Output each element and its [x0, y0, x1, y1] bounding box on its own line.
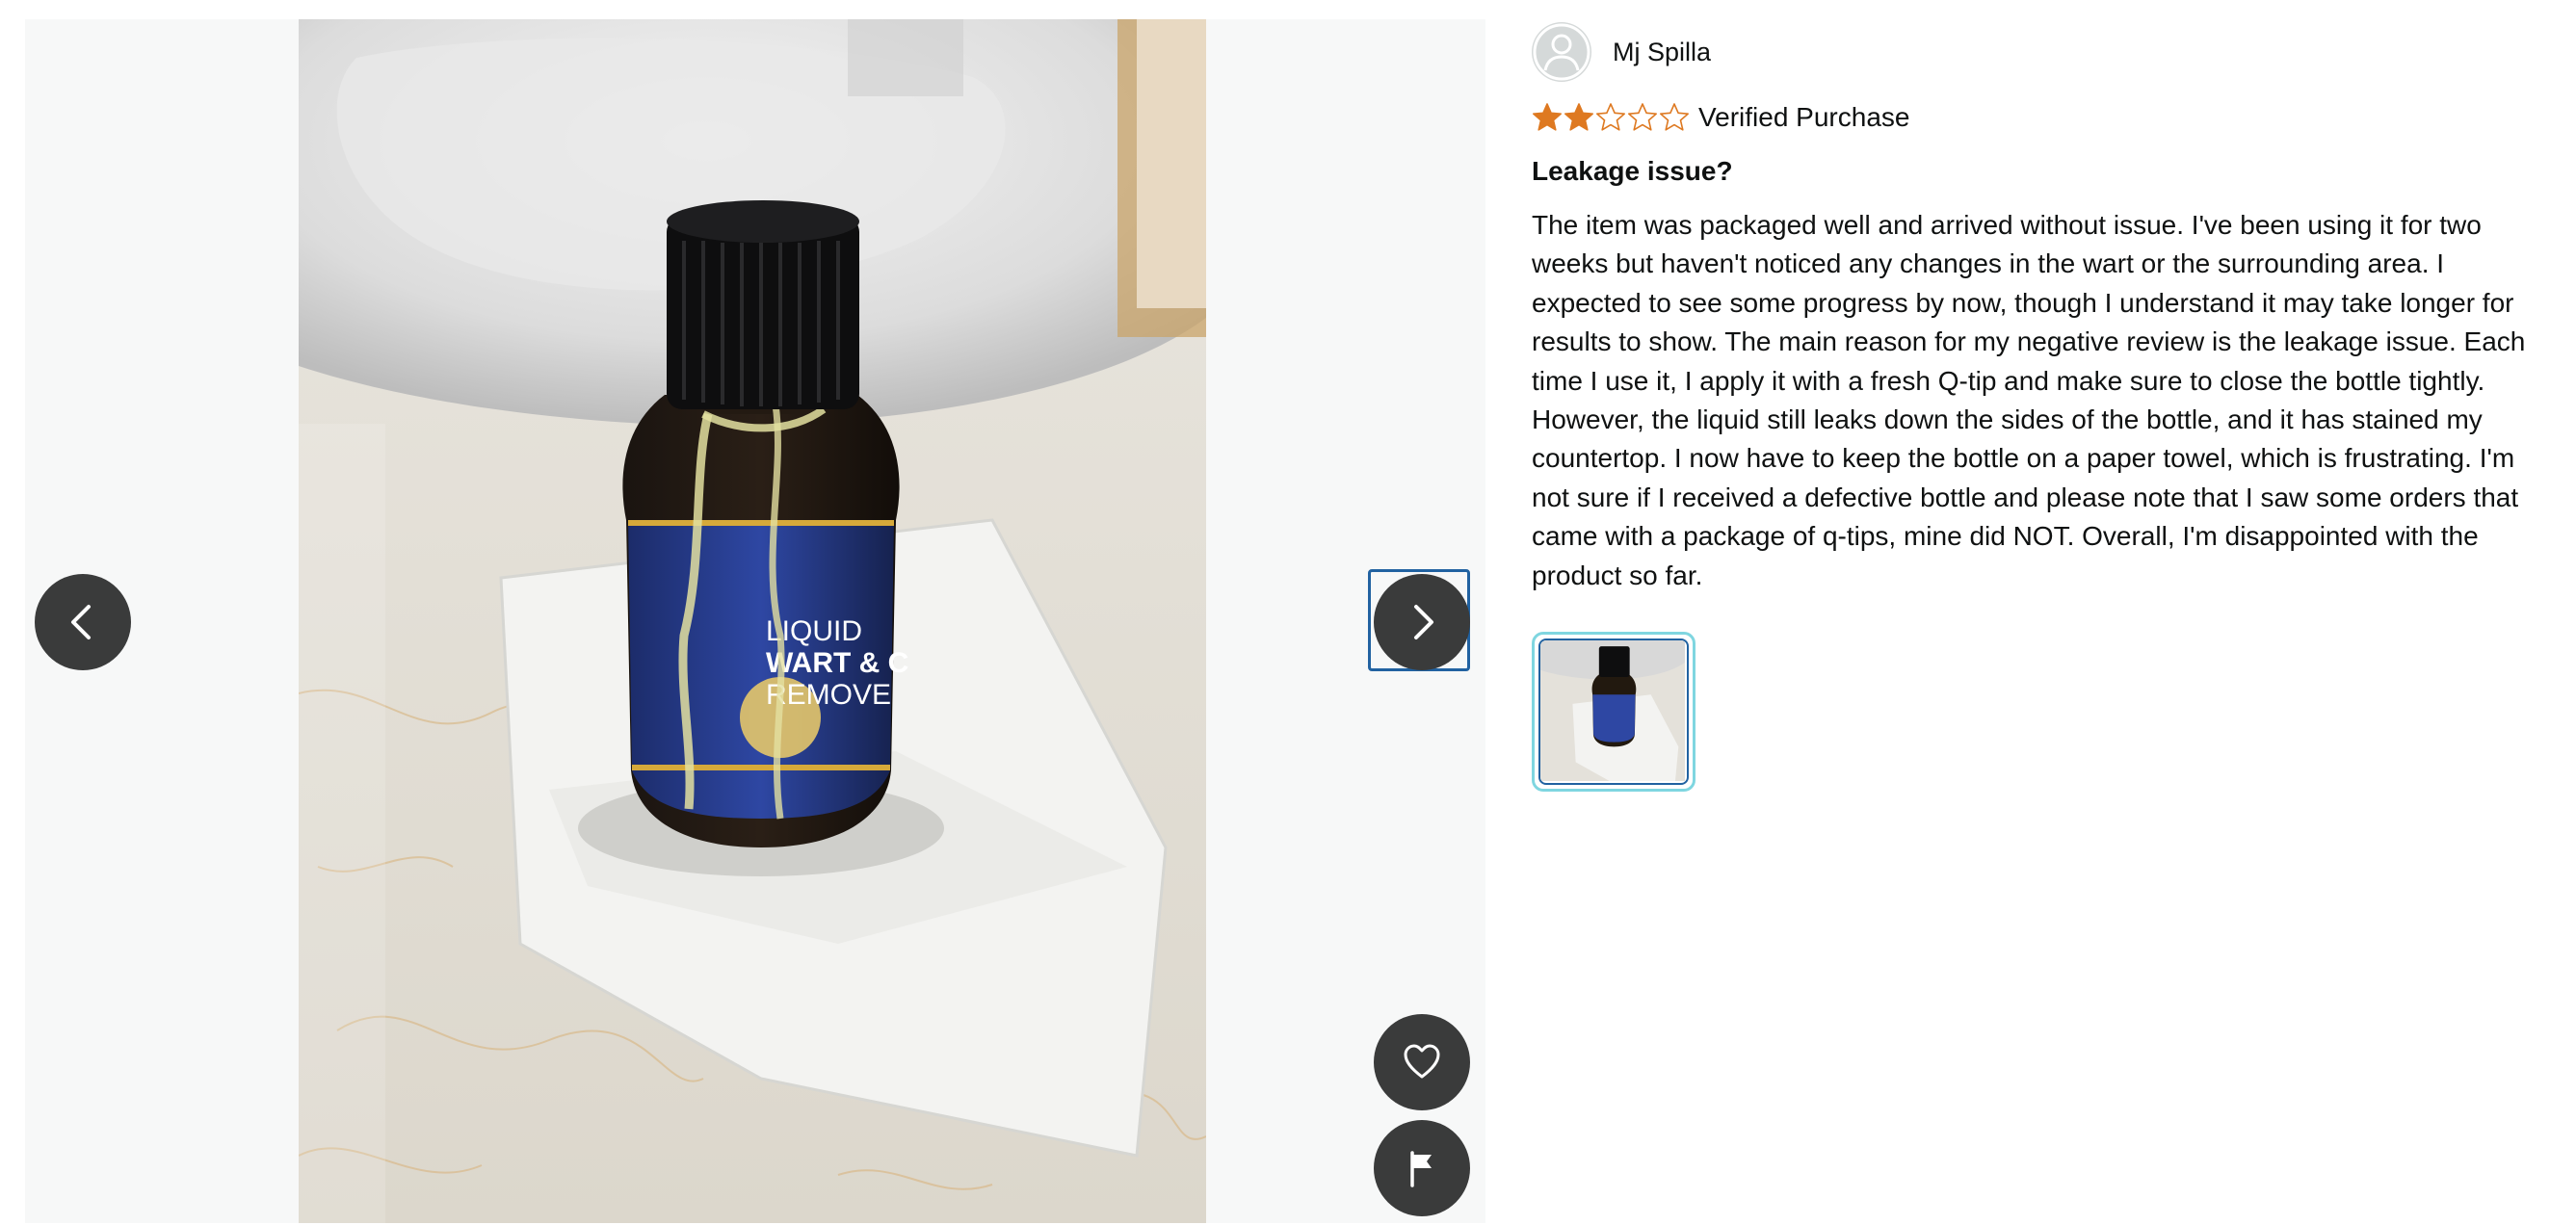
user-silhouette-icon: [1533, 23, 1590, 81]
next-image-button[interactable]: [1374, 574, 1470, 670]
chevron-right-icon: [1414, 605, 1433, 639]
review-body: The item was packaged well and arrived w…: [1532, 210, 2526, 590]
star-empty-icon: [1627, 103, 1658, 131]
like-button[interactable]: [1374, 1014, 1470, 1110]
star-filled-icon: [1564, 103, 1594, 131]
review-image-viewer: LIQUID WART & C REMOVE: [25, 19, 1485, 1223]
star-rating: [1532, 102, 1691, 133]
thumbnail-photo: [1540, 640, 1685, 782]
star-filled-icon: [1532, 103, 1563, 131]
photo-label-line-3: REMOVE: [766, 679, 891, 711]
review-photo: LIQUID WART & C REMOVE: [299, 19, 1206, 1223]
review-title: Leakage issue?: [1532, 156, 1733, 186]
review-author: Mj Spilla: [1532, 21, 2553, 83]
avatar: [1532, 22, 1591, 82]
heart-icon: [1404, 1044, 1440, 1079]
thumbnail-image: [1538, 639, 1689, 786]
flag-icon: [1410, 1151, 1432, 1187]
verified-purchase-badge[interactable]: Verified Purchase: [1698, 102, 1909, 133]
rating-line: Verified Purchase: [1532, 98, 2553, 137]
previous-image-button[interactable]: [35, 574, 131, 670]
photo-label-line-2: WART & C: [766, 647, 908, 679]
author-name[interactable]: Mj Spilla: [1613, 38, 1711, 67]
review-panel: Mj Spilla Verified Purchase Leakage issu…: [1532, 21, 2553, 793]
star-empty-icon: [1659, 103, 1690, 131]
report-button[interactable]: [1374, 1120, 1470, 1216]
star-empty-icon: [1595, 103, 1626, 131]
review-image-thumbnail[interactable]: [1532, 632, 1695, 793]
review-photo-image: LIQUID WART & C REMOVE: [299, 19, 1206, 1223]
chevron-left-icon: [71, 605, 91, 639]
